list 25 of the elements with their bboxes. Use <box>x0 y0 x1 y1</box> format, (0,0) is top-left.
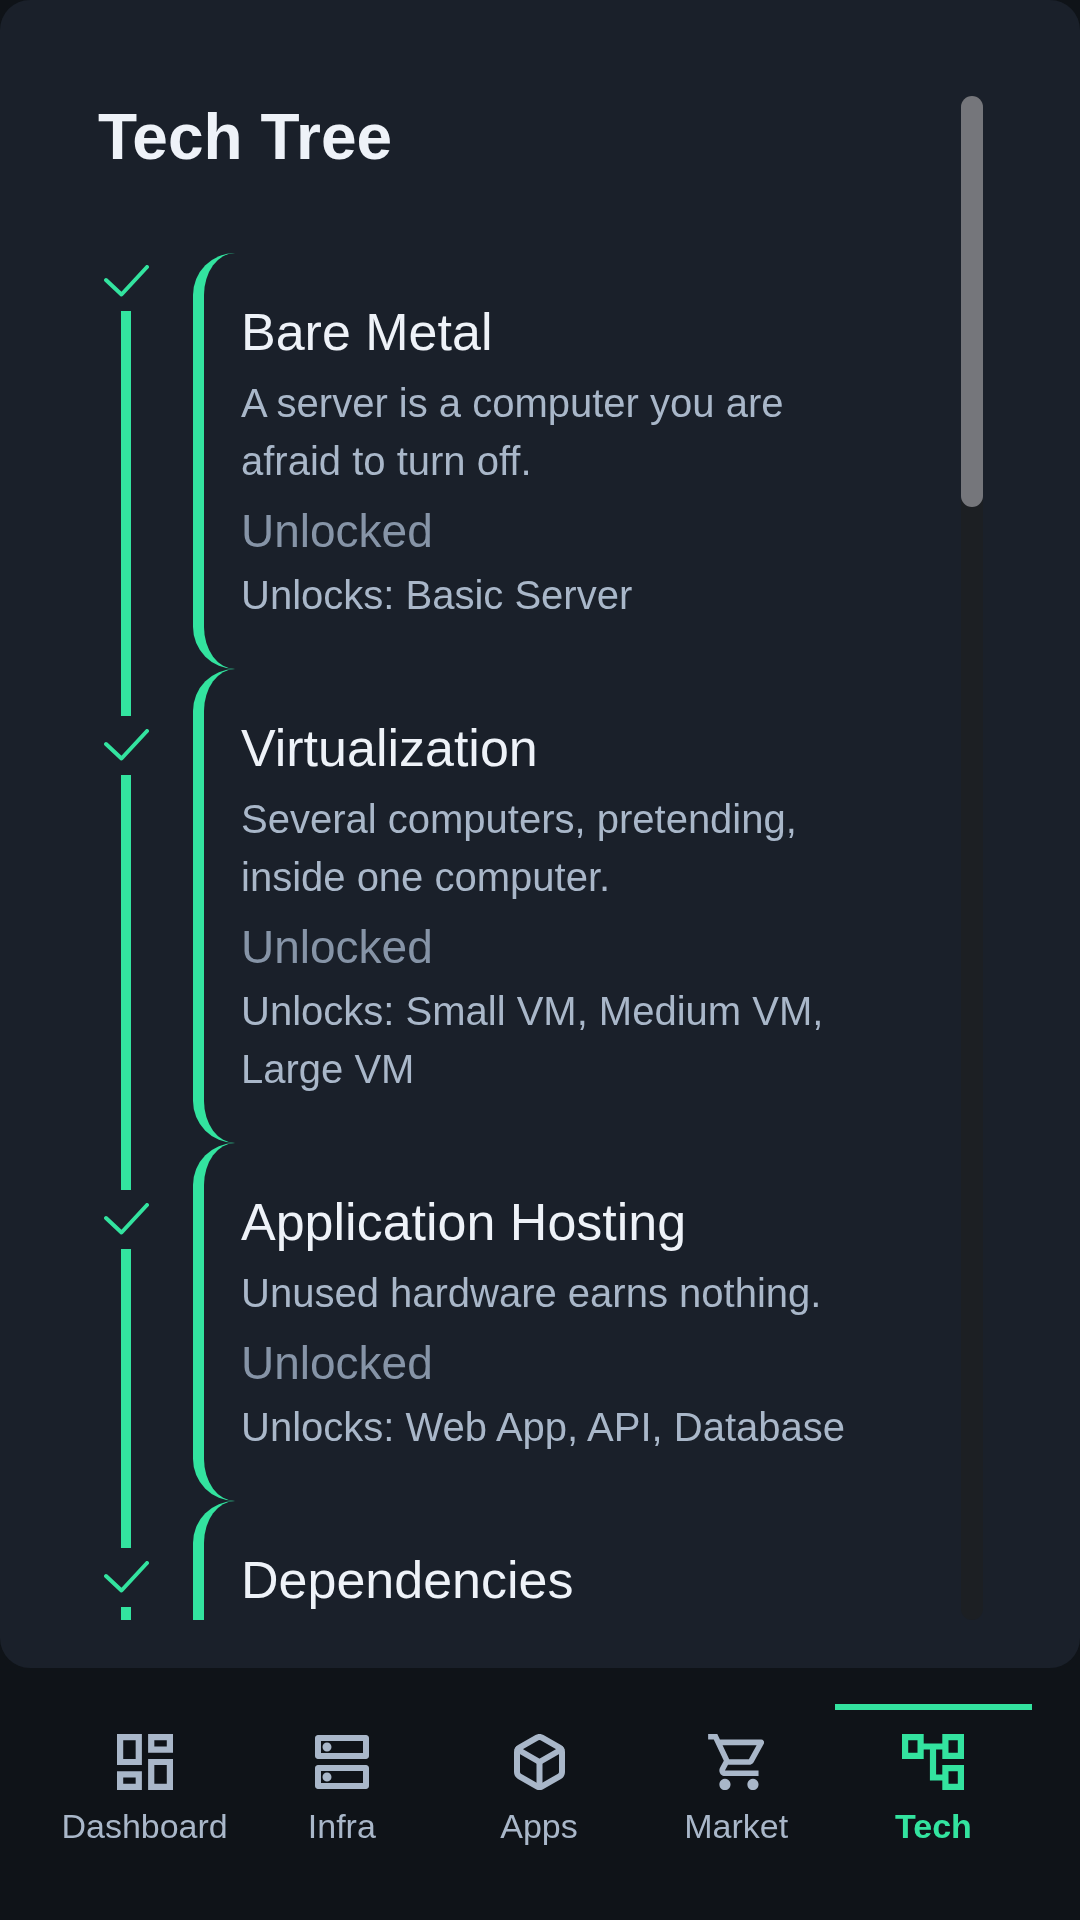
unlocks-text: Unlocks: Basic Server <box>241 572 633 619</box>
tech-description: Several computers, pretending, inside one computer. <box>241 796 798 901</box>
nav-tab[interactable]: Apps <box>440 1704 638 1850</box>
nav-tab[interactable]: Tech <box>834 1704 1032 1850</box>
tech-description: Unused hardware earns nothing. <box>241 1270 822 1317</box>
nav-tab[interactable]: Dashboard <box>46 1704 244 1850</box>
unlocks-text: Unlocks: Small VM, Medium VM, Large VM <box>241 988 825 1093</box>
tech-status: Unlocked <box>241 504 433 559</box>
unlocks-text: Unlocks: Web App, API, Database <box>241 1404 846 1451</box>
server-icon <box>314 1734 369 1790</box>
tech-status: Unlocked <box>241 1336 433 1391</box>
tech-title: Virtualization <box>241 718 538 779</box>
cart-icon <box>708 1734 765 1790</box>
hierarchy-icon <box>902 1734 965 1790</box>
page-title: Tech Tree <box>98 100 393 175</box>
tech-description: A server is a computer you are afraid to turn off. <box>241 380 785 485</box>
scrollbar-thumb[interactable] <box>961 96 983 507</box>
nav-tab[interactable]: Market <box>637 1704 835 1850</box>
tech-status: Unlocked <box>241 920 433 975</box>
cube-icon <box>513 1734 565 1790</box>
nav-tab[interactable]: Infra <box>243 1704 441 1850</box>
tech-title: Dependencies <box>241 1550 574 1611</box>
tech-title: Bare Metal <box>241 302 493 363</box>
tech-title: Application Hosting <box>241 1192 687 1253</box>
layout-grid-icon <box>116 1734 173 1790</box>
